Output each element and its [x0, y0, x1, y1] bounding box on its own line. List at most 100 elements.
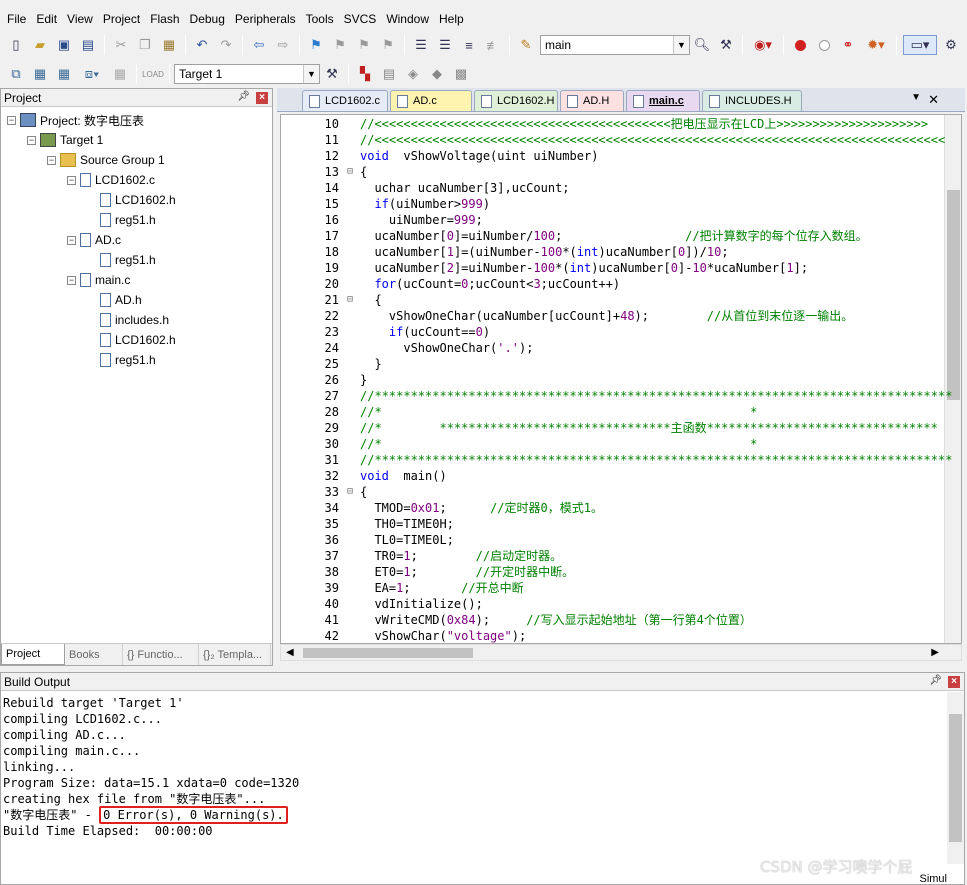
pack-installer-icon[interactable]: ▩: [451, 64, 471, 84]
file-extensions-icon[interactable]: ▤: [379, 64, 399, 84]
close-icon[interactable]: ×: [256, 92, 268, 104]
paste-icon[interactable]: ▦: [159, 35, 179, 55]
tree-item[interactable]: − Project: 数字电压表: [7, 110, 144, 130]
menu-tools[interactable]: Tools: [301, 12, 339, 26]
rebuild-icon[interactable]: ▦: [54, 64, 74, 84]
manage-project-icon[interactable]: ▚: [355, 64, 375, 84]
find-combo[interactable]: main ▼: [540, 35, 690, 55]
tree-item[interactable]: AD.h: [100, 290, 142, 310]
collapse-icon[interactable]: −: [7, 115, 16, 125]
scroll-thumb[interactable]: [949, 714, 962, 842]
menu-view[interactable]: View: [62, 12, 98, 26]
editor-horizontal-scrollbar[interactable]: ◀ ▶: [280, 644, 962, 661]
menu-peripherals[interactable]: Peripherals: [230, 12, 301, 26]
chevron-down-icon[interactable]: ▼: [303, 65, 319, 83]
target-options-icon[interactable]: ⚒: [322, 64, 342, 84]
tree-item[interactable]: − Target 1: [27, 130, 103, 150]
config-icon[interactable]: ⚙: [941, 35, 961, 55]
open-file-icon[interactable]: ▰: [30, 35, 50, 55]
scroll-left-icon[interactable]: ◀: [286, 647, 294, 658]
editor-tab-4[interactable]: main.c: [626, 90, 700, 111]
menu-help[interactable]: Help: [434, 12, 469, 26]
nav-forward-icon[interactable]: ⇨: [273, 35, 293, 55]
fold-marker[interactable]: ⊟: [347, 164, 357, 180]
kill-breakpoints-icon[interactable]: ✹▾: [862, 35, 890, 55]
editor-tab-2[interactable]: LCD1602.H: [474, 90, 558, 111]
code-editor[interactable]: 10//<<<<<<<<<<<<<<<<<<<<<<<<<<<<<<<<<<<<…: [280, 114, 962, 644]
editor-tab-1[interactable]: AD.c: [390, 90, 472, 111]
fold-marker[interactable]: ⊟: [347, 292, 357, 308]
editor-tab-5[interactable]: INCLUDES.H: [702, 90, 802, 111]
build-output-text[interactable]: Rebuild target 'Target 1' compiling LCD16…: [3, 695, 943, 863]
incremental-find-icon[interactable]: ⚒: [716, 35, 736, 55]
nav-back-icon[interactable]: ⇦: [249, 35, 269, 55]
tree-item[interactable]: LCD1602.h: [100, 330, 176, 350]
next-bookmark-icon[interactable]: ⚑: [354, 35, 374, 55]
chevron-down-icon[interactable]: ▼: [673, 36, 689, 54]
menu-debug[interactable]: Debug: [185, 12, 230, 26]
unindent-icon[interactable]: ☰: [435, 35, 455, 55]
cut-icon[interactable]: ✂: [111, 35, 131, 55]
tree-item[interactable]: − AD.c: [67, 230, 121, 250]
uncomment-icon[interactable]: ≢: [483, 35, 503, 55]
panel-tab-0[interactable]: Project: [1, 644, 65, 665]
menu-project[interactable]: Project: [98, 12, 145, 26]
manage-rte-icon[interactable]: ◆: [427, 64, 447, 84]
tree-item[interactable]: LCD1602.h: [100, 190, 176, 210]
close-icon[interactable]: ×: [948, 676, 960, 688]
redo-icon[interactable]: ↷: [216, 35, 236, 55]
collapse-icon[interactable]: −: [67, 175, 76, 185]
breakpoint-icon[interactable]: [790, 35, 810, 55]
undo-icon[interactable]: ↶: [192, 35, 212, 55]
save-all-icon[interactable]: ▤: [78, 35, 98, 55]
translate-icon[interactable]: ⧉: [6, 64, 26, 84]
panel-tab-3[interactable]: {}₂ Templa...: [199, 644, 271, 665]
batch-build-icon[interactable]: ⧈▾: [78, 64, 106, 84]
menu-file[interactable]: File: [0, 12, 31, 26]
build-icon[interactable]: ▦: [30, 64, 50, 84]
pin-icon[interactable]: 📌︎: [929, 675, 942, 686]
tab-list-icon[interactable]: ▼: [911, 92, 921, 103]
bookmark-icon[interactable]: ⚑: [306, 35, 326, 55]
fold-marker[interactable]: ⊟: [347, 484, 357, 500]
save-icon[interactable]: ▣: [54, 35, 74, 55]
find-icon[interactable]: 🔍︎: [692, 35, 712, 55]
menu-window[interactable]: Window: [381, 12, 434, 26]
pin-icon[interactable]: 📌︎: [237, 91, 250, 102]
editor-tab-3[interactable]: AD.H: [560, 90, 624, 111]
scroll-thumb[interactable]: [303, 648, 473, 658]
tree-item[interactable]: reg51.h: [100, 350, 156, 370]
build-vertical-scrollbar[interactable]: [947, 692, 964, 864]
select-packs-icon[interactable]: ◈: [403, 64, 423, 84]
collapse-icon[interactable]: −: [47, 155, 56, 165]
collapse-icon[interactable]: −: [67, 235, 76, 245]
editor-tab-0[interactable]: LCD1602.c: [302, 90, 388, 111]
panel-tab-1[interactable]: Books: [65, 644, 123, 665]
clear-bookmarks-icon[interactable]: ⚑: [378, 35, 398, 55]
prev-bookmark-icon[interactable]: ⚑: [330, 35, 350, 55]
stop-build-icon[interactable]: ▦: [110, 64, 130, 84]
copy-icon[interactable]: ❐: [135, 35, 155, 55]
comment-icon[interactable]: ≡: [459, 35, 479, 55]
tree-item[interactable]: − LCD1602.c: [67, 170, 155, 190]
panel-tab-2[interactable]: {} Functio...: [123, 644, 199, 665]
new-file-icon[interactable]: ▯: [6, 35, 26, 55]
find-in-files-icon[interactable]: ✎: [516, 35, 536, 55]
menu-svcs[interactable]: SVCS: [339, 12, 382, 26]
tree-item[interactable]: reg51.h: [100, 210, 156, 230]
collapse-icon[interactable]: −: [27, 135, 36, 145]
tree-item[interactable]: reg51.h: [100, 250, 156, 270]
tree-item[interactable]: − main.c: [67, 270, 130, 290]
scroll-right-icon[interactable]: ▶: [931, 647, 939, 658]
target-combo[interactable]: Target 1 ▼: [174, 64, 320, 84]
disable-breakpoint-icon[interactable]: [814, 35, 834, 55]
window-layout-icon[interactable]: ▭▾: [903, 35, 937, 55]
menu-edit[interactable]: Edit: [31, 12, 62, 26]
tree-item[interactable]: − Source Group 1: [47, 150, 165, 170]
close-tab-icon[interactable]: ✕: [928, 92, 939, 108]
download-icon[interactable]: LOAD: [142, 64, 164, 84]
tree-item[interactable]: includes.h: [100, 310, 169, 330]
collapse-icon[interactable]: −: [67, 275, 76, 285]
debug-session-icon[interactable]: ◉▾: [749, 35, 777, 55]
indent-icon[interactable]: ☰: [411, 35, 431, 55]
